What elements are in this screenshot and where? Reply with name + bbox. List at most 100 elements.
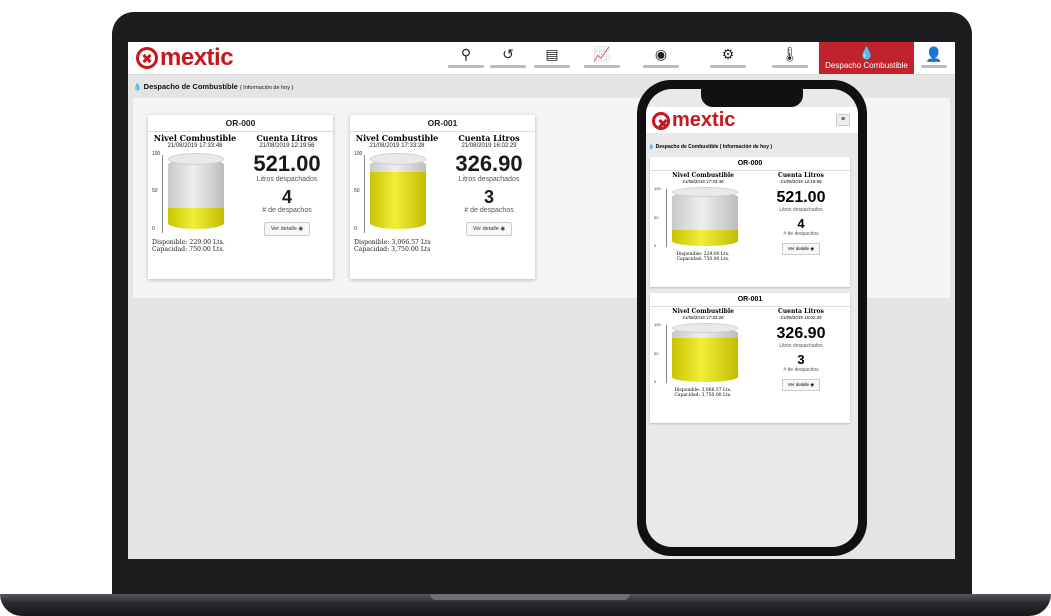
counter-title: Cuenta Litros [256,133,318,143]
liters-label: Litros despachados [458,176,520,183]
tank-code: OR-001 [350,115,535,132]
level-date: 21/08/2019 17:33:28 [369,143,425,149]
counter-date: 21/08/2019 12:19:56 [780,179,822,184]
phone-navbar: mextic ≡ [646,107,858,133]
level-title: Nivel Combustible [672,172,734,179]
fuel-level-fill [370,171,426,229]
logo-text: mextic [672,109,736,131]
history-icon: ↺ [502,46,514,62]
dispatches-label: # de despachos [464,207,514,214]
document-icon: ▤ [545,46,559,62]
nav-user[interactable]: 👤 [916,42,952,74]
tank-gauge: 100 50 0 [354,151,440,239]
phone-logo[interactable]: mextic [652,109,735,132]
counter-date: 21/08/2019 16:02:29 [461,143,517,149]
counter-date: 21/08/2019 16:02:29 [780,315,822,320]
liters-value: 521.00 [253,151,321,176]
detail-button[interactable]: Ver detalle ◉ [781,379,821,391]
counter-title: Cuenta Litros [458,133,520,143]
axis-label: 50 [152,188,158,194]
axis-label: 100 [654,322,661,327]
fuel-level-fill [672,229,738,246]
tank-card: OR-001 Nivel Combustible 21/08/2019 17:3… [350,115,535,279]
nav-charts[interactable]: 📈 [580,42,624,74]
breadcrumb: 💧 Despacho de Combustible ( Información … [133,82,293,91]
capacity-text: Capacidad: 3,750.00 Lts. [674,393,732,398]
dispatches-label: # de despachos [262,207,312,214]
chart-line-icon: 📈 [593,46,611,62]
tank-gauge: 100 50 0 [654,186,752,252]
axis-label: 50 [654,351,659,356]
level-title: Nivel Combustible [355,133,439,143]
user-icon: 👤 [925,46,943,62]
level-date: 21/08/2019 17:33:48 [682,179,724,184]
axis-label: 100 [354,151,363,157]
axis-label: 100 [654,186,661,191]
axis-label: 0 [654,379,657,384]
map-pin-icon: ⚲ [460,46,472,62]
liters-value: 326.90 [776,325,826,342]
axis-label: 50 [354,188,360,194]
nav-monitor[interactable]: ◉ [636,42,686,74]
droplet-icon: 💧 [133,84,142,91]
tank-code: OR-001 [650,293,850,307]
capacity-text: Capacidad: 750.00 Lts. [676,257,730,262]
capacity-text: Capacidad: 3,750.00 Lts [354,246,431,253]
phone-breadcrumb: 💧 Despacho de Combustible ( Información … [648,144,773,150]
dispatches-label: # de despachos [783,231,819,237]
phone-tank-card: OR-000 Nivel Combustible 21/08/2019 17:3… [650,157,850,287]
available-text: Disponible: 3,066.57 Lts [354,239,431,246]
phone-screen: mextic ≡ 💧 Despacho de Combustible ( Inf… [646,89,858,547]
nav-active-label: Despacho Combustible [825,61,908,70]
nav-despacho-combustible[interactable]: 💧 Despacho Combustible [819,42,914,74]
nav-reports[interactable]: ▤ [530,42,574,74]
detail-button[interactable]: Ver detalle ◉ [465,222,513,236]
fuel-level-fill [672,337,738,382]
logo-icon [136,47,158,69]
capacity-text: Capacidad: 750.00 Lts. [152,246,225,253]
dispatches-value: 4 [281,187,292,207]
phone-page-title: Despacho de Combustible ( Información de… [655,144,773,150]
level-date: 21/08/2019 17:33:48 [167,143,223,149]
detail-button[interactable]: Ver detalle ◉ [781,243,821,255]
eye-icon: ◉ [654,46,668,62]
tank-code: OR-000 [650,157,850,171]
dispatches-value: 3 [797,352,805,367]
hamburger-menu-icon[interactable]: ≡ [836,114,850,126]
liters-label: Litros despachados [256,176,318,183]
counter-title: Cuenta Litros [778,172,824,179]
available-text: Disponible: 229.00 Lts. [152,239,225,246]
detail-button[interactable]: Ver detalle ◉ [263,222,311,236]
droplet-icon: 💧 [859,46,874,60]
tank-gauge: 100 50 0 [654,322,752,388]
axis-label: 0 [354,226,357,232]
top-navbar: mextic ⚲ ↺ ▤ 📈 ◉ ⚙ 🌡 💧 Despacho Combusti… [128,42,955,75]
logo-icon [652,111,670,130]
nav-settings[interactable]: ⚙ [698,42,758,74]
laptop-hinge [430,594,630,600]
liters-label: Litros despachados [779,207,823,213]
nav-temperature[interactable]: 🌡 [768,42,812,74]
thermometer-icon: 🌡 [781,46,799,62]
logo-text: mextic [160,44,234,71]
page-title: Despacho de Combustible [143,82,238,91]
counter-title: Cuenta Litros [778,308,824,315]
liters-label: Litros despachados [779,343,823,349]
nav-history[interactable]: ↺ [488,42,528,74]
dispatches-value: 4 [797,216,805,231]
nav-map[interactable]: ⚲ [446,42,486,74]
phone-notch [701,89,803,107]
logo[interactable]: mextic [136,44,234,72]
page-note: ( Información de hoy ) [239,85,294,91]
liters-value: 521.00 [776,189,826,206]
liters-value: 326.90 [455,151,523,176]
level-title: Nivel Combustible [153,133,237,143]
dispatches-value: 3 [483,187,494,207]
counter-date: 21/08/2019 12:19:56 [259,143,315,149]
tank-code: OR-000 [148,115,333,132]
axis-label: 0 [654,243,657,248]
tank-card: OR-000 Nivel Combustible 21/08/2019 17:3… [148,115,333,279]
axis-label: 0 [152,226,155,232]
level-date: 21/08/2019 17:33:28 [682,315,724,320]
phone-tank-card: OR-001 Nivel Combustible 21/08/2019 17:3… [650,293,850,423]
